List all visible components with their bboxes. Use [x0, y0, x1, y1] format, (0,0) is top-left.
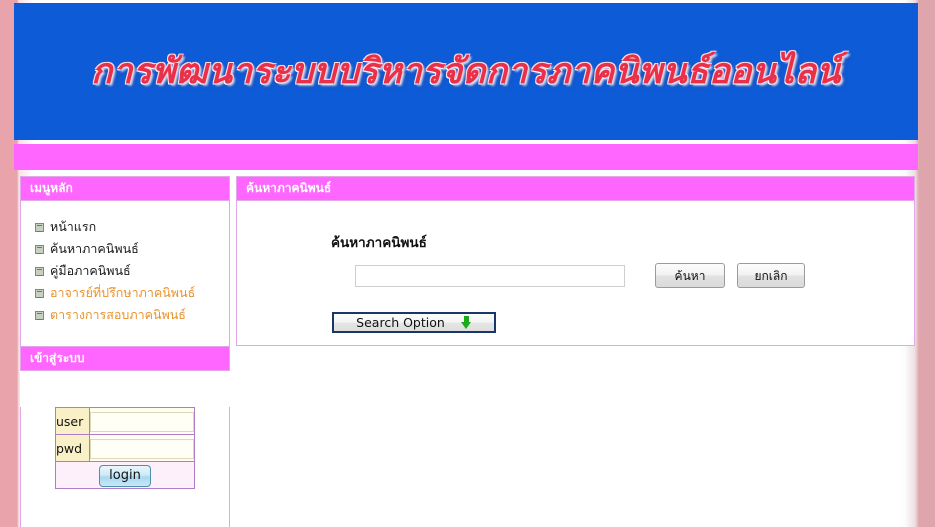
sidebar-item-search-thesis[interactable]: ค้นหาภาคนิพนธ์	[35, 239, 229, 261]
login-row-submit: login	[55, 461, 195, 489]
list-square-icon	[35, 266, 44, 276]
main-menu-list: หน้าแรก ค้นหาภาคนิพนธ์ คู่มือภาคนิพนธ์ อ…	[21, 217, 229, 327]
site-banner: การพัฒนาระบบบริหารจัดการภาคนิพนธ์ออนไลน์	[14, 3, 918, 140]
page-root: การพัฒนาระบบบริหารจัดการภาคนิพนธ์ออนไลน์…	[0, 0, 935, 527]
search-option-label: Search Option	[356, 315, 445, 330]
search-panel-body: ค้นหาภาคนิพนธ์ ค้นหา ยกเลิก Search Optio…	[236, 201, 915, 346]
list-square-icon	[35, 310, 44, 320]
login-panel: เข้าสู่ระบบ user pwd login	[20, 346, 230, 527]
username-input[interactable]	[90, 411, 194, 432]
search-field-label: ค้นหาภาคนิพนธ์	[331, 235, 427, 251]
sidebar-item-label: คู่มือภาคนิพนธ์	[50, 263, 131, 278]
menu-panel-body: หน้าแรก ค้นหาภาคนิพนธ์ คู่มือภาคนิพนธ์ อ…	[20, 201, 230, 351]
list-square-icon	[35, 244, 44, 254]
login-panel-body: user pwd login	[20, 407, 230, 527]
search-button[interactable]: ค้นหา	[655, 263, 725, 288]
sidebar-item-home[interactable]: หน้าแรก	[35, 217, 229, 239]
site-title: การพัฒนาระบบบริหารจัดการภาคนิพนธ์ออนไลน์	[91, 52, 841, 92]
menu-panel-title: เมนูหลัก	[20, 176, 230, 201]
search-panel: ค้นหาภาคนิพนธ์ ค้นหาภาคนิพนธ์ ค้นหา ยกเล…	[236, 176, 915, 346]
user-field-label: user	[55, 407, 90, 435]
sidebar-item-exam-schedule[interactable]: ตารางการสอบภาคนิพนธ์	[35, 305, 229, 327]
nav-strip[interactable]	[14, 144, 918, 170]
search-input[interactable]	[355, 265, 625, 287]
pwd-field-cell	[89, 434, 195, 462]
search-panel-title: ค้นหาภาคนิพนธ์	[236, 176, 915, 201]
search-option-button[interactable]: Search Option	[332, 312, 496, 333]
login-row-pwd: pwd	[55, 434, 195, 462]
user-field-cell	[89, 407, 195, 435]
list-square-icon	[35, 222, 44, 232]
pwd-field-label: pwd	[55, 434, 90, 462]
login-button-cell: login	[55, 461, 195, 489]
sidebar-item-label: ค้นหาภาคนิพนธ์	[50, 241, 139, 256]
list-square-icon	[35, 288, 44, 298]
password-input[interactable]	[90, 438, 194, 459]
login-button[interactable]: login	[99, 464, 151, 487]
sidebar-item-advisors[interactable]: อาจารย์ที่ปรึกษาภาคนิพนธ์	[35, 283, 229, 305]
sidebar-item-thesis-manual[interactable]: คู่มือภาคนิพนธ์	[35, 261, 229, 283]
menu-panel: เมนูหลัก หน้าแรก ค้นหาภาคนิพนธ์ คู่มือภา…	[20, 176, 230, 351]
sidebar-item-label: อาจารย์ที่ปรึกษาภาคนิพนธ์	[50, 285, 196, 300]
sidebar-item-label: หน้าแรก	[50, 219, 97, 234]
login-form-table: user pwd login	[55, 407, 195, 489]
arrow-down-icon	[460, 316, 472, 329]
login-row-user: user	[55, 407, 195, 435]
sidebar-item-label: ตารางการสอบภาคนิพนธ์	[50, 307, 186, 322]
login-panel-title: เข้าสู่ระบบ	[20, 346, 230, 371]
cancel-button[interactable]: ยกเลิก	[737, 263, 805, 288]
